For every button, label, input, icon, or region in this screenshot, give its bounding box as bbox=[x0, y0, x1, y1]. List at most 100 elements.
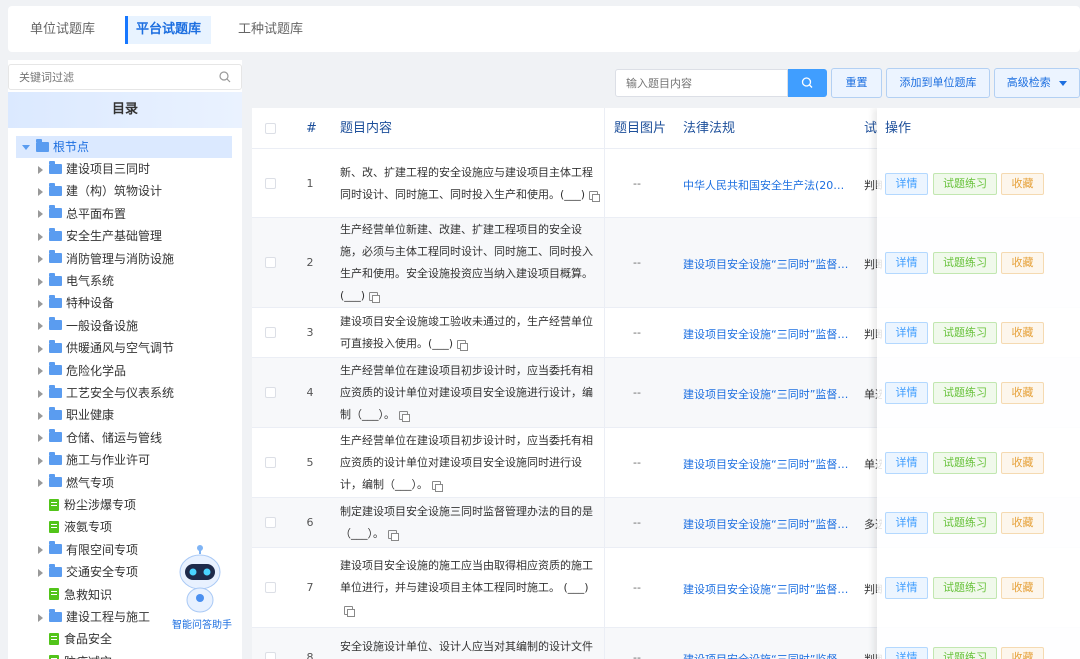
row-checkbox[interactable] bbox=[265, 327, 276, 338]
law-link[interactable]: 建设项目安全设施“三同时”监督管理办法 bbox=[683, 516, 851, 532]
tree-node[interactable]: 建设工程与施工 bbox=[38, 606, 150, 628]
tree-node[interactable]: 建（构）筑物设计 bbox=[38, 180, 162, 202]
detail-button[interactable]: 详情 bbox=[885, 173, 928, 195]
tab-platform-bank[interactable]: 平台试题库 bbox=[125, 16, 212, 44]
tree-node[interactable]: 建设项目三同时 bbox=[38, 158, 150, 180]
assistant-robot[interactable]: 智能问答助手 bbox=[170, 544, 232, 634]
copy-icon[interactable] bbox=[399, 410, 410, 422]
row-checkbox[interactable] bbox=[265, 517, 276, 528]
copy-icon[interactable] bbox=[388, 529, 399, 541]
row-checkbox[interactable] bbox=[265, 652, 276, 659]
row-checkbox[interactable] bbox=[265, 257, 276, 268]
expand-arrow-icon[interactable] bbox=[38, 456, 43, 465]
tree-node[interactable]: 危险化学品 bbox=[38, 360, 126, 382]
expand-arrow-icon[interactable] bbox=[38, 277, 43, 286]
search-icon[interactable] bbox=[219, 71, 231, 86]
expand-arrow-icon[interactable] bbox=[38, 389, 43, 398]
copy-icon[interactable] bbox=[344, 605, 355, 617]
law-link[interactable]: 建设项目安全设施“三同时”监督管理办法 bbox=[683, 651, 851, 659]
tree-node[interactable]: 工艺安全与仪表系统 bbox=[38, 382, 174, 404]
expand-arrow-icon[interactable] bbox=[38, 344, 43, 353]
row-checkbox[interactable] bbox=[265, 457, 276, 468]
expand-arrow-icon[interactable] bbox=[38, 210, 43, 219]
tree-node[interactable]: 粉尘涉爆专项 bbox=[38, 494, 136, 516]
tree-node[interactable]: 消防管理与消防设施 bbox=[38, 248, 174, 270]
detail-button[interactable]: 详情 bbox=[885, 382, 928, 404]
copy-icon[interactable] bbox=[369, 291, 381, 303]
tree-node[interactable]: 食品安全 bbox=[38, 628, 112, 650]
expand-arrow-icon[interactable] bbox=[38, 568, 43, 577]
expand-arrow-icon[interactable] bbox=[38, 546, 43, 555]
expand-arrow-icon[interactable] bbox=[38, 165, 43, 174]
reset-button[interactable]: 重置 bbox=[831, 68, 882, 98]
practice-button[interactable]: 试题练习 bbox=[933, 382, 997, 404]
detail-button[interactable]: 详情 bbox=[885, 577, 928, 599]
detail-button[interactable]: 详情 bbox=[885, 322, 928, 344]
select-all-checkbox[interactable] bbox=[265, 123, 276, 134]
law-link[interactable]: 建设项目安全设施“三同时”监督管理办法 bbox=[683, 581, 851, 597]
question-search-input[interactable] bbox=[616, 70, 786, 96]
advanced-search-button[interactable]: 高级检索 bbox=[994, 68, 1080, 98]
favorite-button[interactable]: 收藏 bbox=[1001, 577, 1044, 599]
detail-button[interactable]: 详情 bbox=[885, 452, 928, 474]
practice-button[interactable]: 试题练习 bbox=[933, 252, 997, 274]
practice-button[interactable]: 试题练习 bbox=[933, 322, 997, 344]
tree-node[interactable]: 电气系统 bbox=[38, 270, 114, 292]
expand-arrow-icon[interactable] bbox=[38, 411, 43, 420]
detail-button[interactable]: 详情 bbox=[885, 252, 928, 274]
row-checkbox[interactable] bbox=[265, 387, 276, 398]
assistant-label[interactable]: 智能问答助手 bbox=[170, 616, 234, 631]
expand-arrow-icon[interactable] bbox=[38, 367, 43, 376]
expand-arrow-icon[interactable] bbox=[38, 479, 43, 488]
tree-node[interactable]: 安全生产基础管理 bbox=[38, 225, 162, 247]
tree-node[interactable]: 有限空间专项 bbox=[38, 539, 138, 561]
tree-node[interactable]: 施工与作业许可 bbox=[38, 449, 150, 471]
tree-node[interactable]: 仓储、储运与管线 bbox=[38, 427, 162, 449]
search-button[interactable] bbox=[788, 69, 827, 97]
tree-node[interactable]: 急救知识 bbox=[38, 584, 112, 606]
copy-icon[interactable] bbox=[432, 480, 443, 492]
favorite-button[interactable]: 收藏 bbox=[1001, 173, 1044, 195]
expand-arrow-icon[interactable] bbox=[38, 255, 43, 264]
copy-icon[interactable] bbox=[589, 190, 601, 202]
practice-button[interactable]: 试题练习 bbox=[933, 577, 997, 599]
favorite-button[interactable]: 收藏 bbox=[1001, 382, 1044, 404]
tree-node[interactable]: 液氨专项 bbox=[38, 516, 112, 538]
tree-node[interactable]: 一般设备设施 bbox=[38, 315, 138, 337]
expand-arrow-icon[interactable] bbox=[38, 434, 43, 443]
law-link[interactable]: 建设项目安全设施“三同时”监督管理办法 bbox=[683, 456, 851, 472]
practice-button[interactable]: 试题练习 bbox=[933, 647, 997, 659]
expand-arrow-icon[interactable] bbox=[38, 187, 43, 196]
tree-node[interactable]: 防疫减灾 bbox=[38, 651, 112, 659]
tree-node[interactable]: 燃气专项 bbox=[38, 472, 114, 494]
expand-arrow-icon[interactable] bbox=[38, 322, 43, 331]
tree-node[interactable]: 总平面布置 bbox=[38, 203, 126, 225]
tree-root-node[interactable]: 根节点 bbox=[16, 136, 232, 158]
practice-button[interactable]: 试题练习 bbox=[933, 173, 997, 195]
add-to-unit-button[interactable]: 添加到单位题库 bbox=[886, 68, 990, 98]
favorite-button[interactable]: 收藏 bbox=[1001, 252, 1044, 274]
tree-node[interactable]: 职业健康 bbox=[38, 404, 114, 426]
expand-arrow-icon[interactable] bbox=[38, 232, 43, 241]
tree-node[interactable]: 交通安全专项 bbox=[38, 561, 138, 583]
keyword-filter-input[interactable] bbox=[9, 65, 199, 89]
expand-arrow-icon[interactable] bbox=[38, 299, 43, 308]
law-link[interactable]: 建设项目安全设施“三同时”监督管理办法 bbox=[683, 256, 851, 272]
law-link[interactable]: 建设项目安全设施“三同时”监督管理办法 bbox=[683, 386, 851, 402]
detail-button[interactable]: 详情 bbox=[885, 512, 928, 534]
favorite-button[interactable]: 收藏 bbox=[1001, 322, 1044, 344]
expand-arrow-icon[interactable] bbox=[22, 145, 30, 150]
tab-worktype-bank[interactable]: 工种试题库 bbox=[228, 16, 313, 44]
favorite-button[interactable]: 收藏 bbox=[1001, 452, 1044, 474]
row-checkbox[interactable] bbox=[265, 582, 276, 593]
favorite-button[interactable]: 收藏 bbox=[1001, 512, 1044, 534]
law-link[interactable]: 中华人民共和国安全生产法(2021修订) bbox=[683, 177, 851, 193]
favorite-button[interactable]: 收藏 bbox=[1001, 647, 1044, 659]
practice-button[interactable]: 试题练习 bbox=[933, 512, 997, 534]
expand-arrow-icon[interactable] bbox=[38, 613, 43, 622]
detail-button[interactable]: 详情 bbox=[885, 647, 928, 659]
row-checkbox[interactable] bbox=[265, 178, 276, 189]
practice-button[interactable]: 试题练习 bbox=[933, 452, 997, 474]
law-link[interactable]: 建设项目安全设施“三同时”监督管理办法 bbox=[683, 326, 851, 342]
copy-icon[interactable] bbox=[457, 339, 469, 351]
